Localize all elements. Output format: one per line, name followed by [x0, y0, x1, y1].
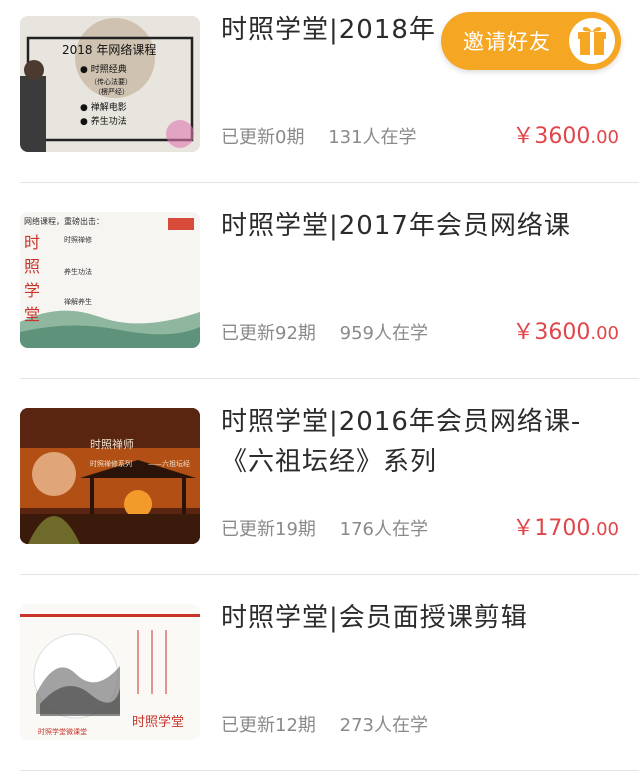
learner-count: 959人在学: [339, 323, 428, 344]
price-decimal: .00: [590, 323, 619, 344]
course-meta: 已更新19期 176人在学: [221, 516, 428, 544]
price-decimal: .00: [590, 519, 619, 540]
updated-count: 已更新19期: [221, 519, 316, 540]
course-meta: 已更新0期 131人在学: [221, 124, 417, 152]
thumb-text: 学: [24, 281, 40, 300]
learner-count: 131人在学: [328, 127, 417, 148]
thumb-text: 禅解养生: [64, 297, 92, 306]
divider: [20, 770, 639, 771]
course-meta: 已更新92期 959人在学: [221, 320, 428, 348]
course-item[interactable]: 时照禅师 时照禅修系列 ——六祖坛经 时照学堂|2016年会员网络课-《六祖坛经…: [0, 392, 639, 588]
learner-count: 273人在学: [339, 715, 428, 736]
course-meta: 已更新12期 273人在学: [221, 712, 428, 740]
price-symbol: ￥: [512, 320, 535, 345]
course-title[interactable]: 时照学堂|2016年会员网络课-《六祖坛经》系列: [221, 402, 621, 482]
thumb-text: 2018 年网络课程: [62, 42, 156, 57]
course-price: ￥1700.00: [512, 514, 619, 545]
thumb-text: ● 养生功法: [80, 115, 127, 127]
course-price: ￥3600.00: [512, 318, 619, 349]
thumb-text: 堂: [24, 305, 40, 324]
course-thumbnail-image: 2018 年网络课程 ● 时照经典 （传心法要） （楞严经） ● 禅解电影 ● …: [20, 16, 200, 152]
price-symbol: ￥: [512, 124, 535, 149]
thumb-text: 养生功法: [64, 267, 92, 276]
thumb-text: 时照学堂微课堂: [38, 727, 87, 736]
thumb-text: 时照学堂: [132, 714, 184, 730]
updated-count: 已更新0期: [221, 127, 305, 148]
invite-friends-button[interactable]: 邀请好友: [441, 12, 621, 70]
price-decimal: .00: [590, 127, 619, 148]
divider: [20, 574, 639, 575]
price-integer: 3600: [534, 124, 591, 149]
updated-count: 已更新12期: [221, 715, 316, 736]
course-thumbnail[interactable]: 时照学堂 时照学堂微课堂: [20, 604, 200, 740]
thumb-text: 网络课程，重磅出击：: [24, 216, 104, 226]
thumb-text: ——六祖坛经: [148, 459, 190, 468]
invite-friends-label: 邀请好友: [463, 30, 551, 54]
updated-count: 已更新92期: [221, 323, 316, 344]
course-item[interactable]: 网络课程，重磅出击： 时照禅修 养生功法 禅解养生 时 照 学 堂 时照学堂|2…: [0, 196, 639, 392]
course-thumbnail[interactable]: 时照禅师 时照禅修系列 ——六祖坛经: [20, 408, 200, 544]
divider: [20, 378, 639, 379]
course-item[interactable]: 时照学堂 时照学堂微课堂 时照学堂|会员面授课剪辑 已更新12期 273人在学: [0, 588, 639, 784]
thumb-text: ● 时照经典: [80, 63, 127, 75]
gift-icon: [569, 18, 615, 64]
course-price: ￥3600.00: [512, 122, 619, 153]
course-thumbnail-image: 时照禅师 时照禅修系列 ——六祖坛经: [20, 408, 200, 544]
thumb-text: 时照禅修: [64, 235, 92, 244]
thumb-text: 照: [24, 257, 40, 276]
course-title[interactable]: 时照学堂|会员面授课剪辑: [221, 598, 621, 638]
thumb-text: 时照禅师: [90, 437, 134, 451]
course-thumbnail-image: 时照学堂 时照学堂微课堂: [20, 604, 200, 740]
thumb-text: 时照禅修系列: [90, 459, 132, 468]
course-thumbnail[interactable]: 网络课程，重磅出击： 时照禅修 养生功法 禅解养生 时 照 学 堂: [20, 212, 200, 348]
course-thumbnail[interactable]: 2018 年网络课程 ● 时照经典 （传心法要） （楞严经） ● 禅解电影 ● …: [20, 16, 200, 152]
divider: [20, 182, 639, 183]
thumb-text: （楞严经）: [94, 87, 129, 96]
thumb-text: 时: [24, 233, 40, 252]
price-integer: 3600: [534, 320, 591, 345]
price-symbol: ￥: [512, 516, 535, 541]
course-thumbnail-image: 网络课程，重磅出击： 时照禅修 养生功法 禅解养生 时 照 学 堂: [20, 212, 200, 348]
learner-count: 176人在学: [339, 519, 428, 540]
course-title[interactable]: 时照学堂|2017年会员网络课: [221, 206, 621, 246]
thumb-text: （传心法要）: [90, 77, 132, 86]
thumb-text: ● 禅解电影: [80, 101, 127, 113]
price-integer: 1700: [534, 516, 591, 541]
